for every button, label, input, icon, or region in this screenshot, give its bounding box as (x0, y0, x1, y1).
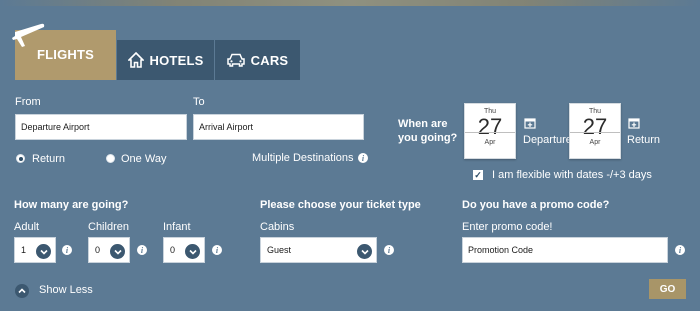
return-day: 27 (582, 114, 608, 139)
promo-input-placeholder: Promotion Code (468, 245, 534, 255)
departure-label: Departure (523, 134, 572, 146)
return-radio[interactable] (16, 154, 25, 163)
chevron-down-icon (357, 244, 372, 259)
cabins-value: Guest (267, 245, 292, 255)
chevron-down-icon (36, 244, 51, 259)
infant-info-icon[interactable]: i (212, 245, 222, 255)
car-icon (226, 53, 245, 67)
children-label: Children (88, 221, 129, 233)
go-button[interactable]: GO (649, 279, 686, 299)
children-value: 0 (95, 245, 101, 255)
adult-label: Adult (14, 221, 40, 233)
calendar-fold (570, 132, 620, 133)
cabins-info-icon[interactable]: i (384, 245, 394, 255)
chevron-down-icon (110, 244, 125, 259)
cabins-label: Cabins (260, 221, 295, 233)
oneway-radio-label: One Way (121, 153, 167, 165)
tab-flights[interactable]: FLIGHTS (12, 23, 116, 80)
tab-cars[interactable]: CARS (215, 40, 300, 80)
departure-date-picker[interactable]: Thu 27 Apr (464, 103, 516, 159)
house-icon (127, 52, 144, 68)
chevron-down-icon (185, 244, 200, 259)
passengers-heading: How many are going? (14, 199, 129, 211)
infant-label: Infant (163, 221, 191, 233)
top-decoration (0, 0, 700, 6)
cabins-select[interactable]: Guest (260, 237, 377, 263)
to-input[interactable]: Arrival Airport (193, 114, 364, 140)
promo-heading: Do you have a promo code? (462, 199, 610, 211)
plane-icon (12, 23, 45, 47)
multiple-destinations-info-icon[interactable]: i (358, 153, 368, 163)
flexible-dates-checkbox[interactable]: ✓ (473, 170, 483, 180)
return-label: Return (627, 134, 661, 146)
return-radio-label: Return (32, 153, 66, 165)
multiple-destinations-link[interactable]: Multiple Destinations (252, 152, 354, 164)
tab-cars-label: CARS (250, 52, 289, 68)
departure-day: 27 (477, 114, 503, 139)
return-month: Apr (589, 139, 601, 146)
promo-input[interactable]: Promotion Code (462, 237, 668, 263)
children-info-icon[interactable]: i (137, 245, 147, 255)
promo-label: Enter promo code! (462, 221, 553, 233)
tab-hotels-label: HOTELS (149, 52, 204, 68)
departure-month: Apr (484, 139, 496, 146)
oneway-radio[interactable] (106, 154, 115, 163)
to-input-placeholder: Arrival Airport (199, 122, 254, 132)
return-date-picker[interactable]: Thu 27 Apr (569, 103, 621, 159)
chevron-up-icon[interactable] (15, 284, 29, 298)
adult-value: 1 (21, 245, 27, 255)
ticket-heading: Please choose your ticket type (260, 199, 421, 211)
infant-value: 0 (170, 245, 176, 255)
from-input-placeholder: Departure Airport (21, 122, 90, 132)
promo-info-icon[interactable]: i (675, 245, 685, 255)
adult-select[interactable]: 1 (14, 237, 56, 263)
to-label: To (193, 96, 205, 108)
calendar-add-icon[interactable] (524, 117, 536, 129)
from-input[interactable]: Departure Airport (15, 114, 187, 140)
show-less-link[interactable]: Show Less (39, 284, 93, 296)
from-label: From (15, 96, 41, 108)
infant-select[interactable]: 0 (163, 237, 205, 263)
when-label-line1: When are (398, 118, 448, 130)
tab-hotels[interactable]: HOTELS (117, 40, 214, 80)
children-select[interactable]: 0 (88, 237, 130, 263)
flexible-dates-label: I am flexible with dates -/+3 days (492, 169, 652, 181)
when-label-line2: you going? (398, 132, 458, 144)
calendar-add-icon[interactable] (628, 117, 640, 129)
adult-info-icon[interactable]: i (62, 245, 72, 255)
calendar-fold (465, 132, 515, 133)
